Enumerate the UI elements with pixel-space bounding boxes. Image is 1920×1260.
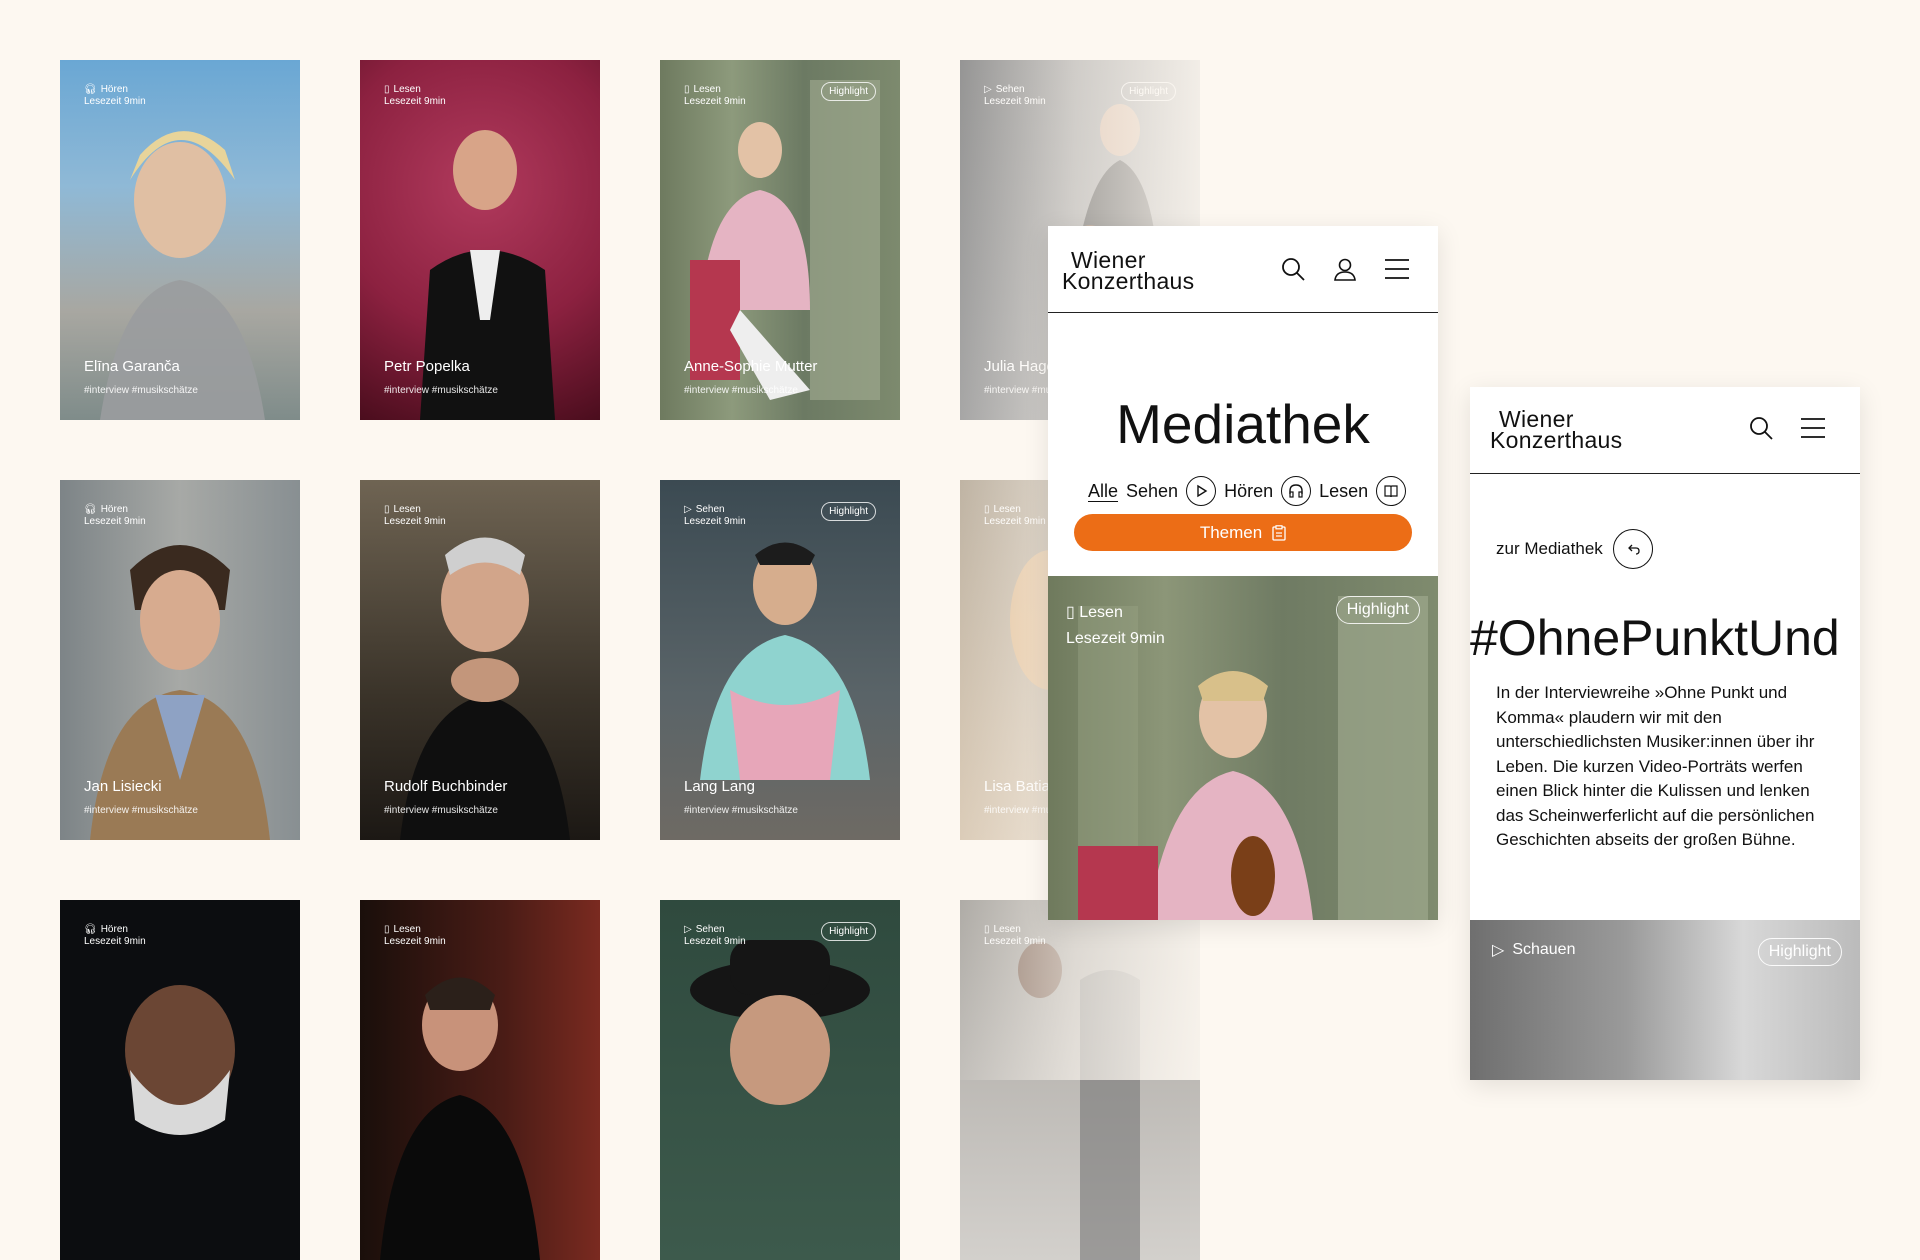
highlight-badge: Highlight xyxy=(1757,938,1842,966)
portrait-image xyxy=(380,977,540,1260)
site-header: Wiener Konzerthaus xyxy=(1048,226,1438,313)
media-card[interactable]: 🎧︎ Hören Lesezeit 9min xyxy=(60,900,300,1260)
media-card[interactable]: 🎧︎ Hören Lesezeit 9min Elīna Garanča #inte… xyxy=(60,60,300,420)
headphones-icon: 🎧︎ xyxy=(84,84,97,95)
portrait-image xyxy=(690,940,870,1105)
media-card[interactable]: ▷ Sehen Lesezeit 9min Highlight Lang Lang … xyxy=(660,480,900,840)
filter-all[interactable]: Alle xyxy=(1088,481,1118,502)
search-icon[interactable] xyxy=(1280,256,1306,282)
book-icon[interactable] xyxy=(1376,476,1407,506)
book-icon: ▯ xyxy=(384,924,390,935)
filter-hear[interactable]: Hören xyxy=(1224,481,1273,502)
book-icon: ▯ xyxy=(984,924,990,935)
media-card[interactable]: ▯ Lesen Lesezeit 9min Rudolf Buchbinder #i… xyxy=(360,480,600,840)
highlight-badge: Highlight xyxy=(821,502,876,521)
media-card[interactable]: ▯ Lesen Lesezeit 9min xyxy=(960,900,1200,1260)
card-name: Rudolf Buchbinder xyxy=(384,778,508,795)
book-icon: ▯ xyxy=(1066,604,1080,621)
site-logo[interactable]: Wiener Konzerthaus xyxy=(1490,408,1622,452)
card-name: Lang Lang xyxy=(684,778,755,795)
highlight-badge: Highlight xyxy=(821,922,876,941)
series-description: In der Interviewreihe »Ohne Punkt und Ko… xyxy=(1496,683,1815,849)
page-title: Mediathek xyxy=(1116,393,1370,455)
card-tags: #interview #musikschätze xyxy=(684,385,798,396)
mobile-mediathek-screen: Wiener Konzerthaus Mediathek Alle Sehen … xyxy=(1048,226,1438,920)
card-tags: #interview #musikschätze xyxy=(384,385,498,396)
menu-icon[interactable] xyxy=(1384,256,1410,282)
search-icon[interactable] xyxy=(1748,415,1774,441)
mobile-detail-screen: Wiener Konzerthaus zur Mediathek #OhnePu… xyxy=(1470,387,1860,1080)
play-icon: ▷ xyxy=(684,924,692,935)
video-media-card[interactable]: ▷ Schauen Highlight xyxy=(1470,920,1860,1080)
play-icon: ▷ xyxy=(1492,942,1505,959)
site-logo[interactable]: Wiener Konzerthaus xyxy=(1062,249,1194,293)
featured-media-card[interactable]: ▯ Lesen Lesezeit 9min Highlight xyxy=(1048,576,1438,920)
headphones-icon: 🎧︎ xyxy=(84,924,97,935)
media-card[interactable]: ▯ Lesen Lesezeit 9min Highlight Anne-Sophi… xyxy=(660,60,900,420)
highlight-badge: Highlight xyxy=(1121,82,1176,101)
card-tags: #interview #musikschätze xyxy=(84,805,198,816)
card-tags: #interview #musikschätze xyxy=(384,805,498,816)
media-card[interactable]: 🎧︎ Hören Lesezeit 9min Jan Lisiecki #inter… xyxy=(60,480,300,840)
book-icon: ▯ xyxy=(684,84,690,95)
clipboard-icon xyxy=(1272,524,1286,541)
card-name: Jan Lisiecki xyxy=(84,778,162,795)
headphones-icon: 🎧︎ xyxy=(84,504,97,515)
menu-icon[interactable] xyxy=(1800,415,1826,441)
card-tags: #interview #musikschätze xyxy=(84,385,198,396)
card-tags: #interview #musikschätze xyxy=(684,805,798,816)
back-arrow-icon xyxy=(1612,529,1653,569)
book-icon: ▯ xyxy=(384,84,390,95)
play-icon[interactable] xyxy=(1186,476,1217,506)
highlight-badge: Highlight xyxy=(821,82,876,101)
back-to-mediathek-link[interactable]: zur Mediathek xyxy=(1496,529,1653,569)
headphones-icon[interactable] xyxy=(1281,476,1312,506)
book-icon: ▯ xyxy=(984,504,990,515)
card-name: Elīna Garanča xyxy=(84,358,180,375)
play-icon: ▷ xyxy=(984,84,992,95)
media-card[interactable]: ▯ Lesen Lesezeit 9min Petr Popelka #interv… xyxy=(360,60,600,420)
card-name: Anne-Sophie Mutter xyxy=(684,358,818,375)
highlight-badge: Highlight xyxy=(1335,596,1420,624)
user-icon[interactable] xyxy=(1332,256,1358,282)
series-hashtag-title: #OhnePunktUnd xyxy=(1470,610,1840,666)
portrait-image xyxy=(125,985,235,1135)
media-filter-bar: Alle Sehen Hören Lesen xyxy=(1088,476,1407,506)
play-icon: ▷ xyxy=(684,504,692,515)
themen-button[interactable]: Themen xyxy=(1074,514,1412,551)
book-icon: ▯ xyxy=(384,504,390,515)
media-card[interactable]: ▷ Sehen Lesezeit 9min Highlight xyxy=(660,900,900,1260)
portrait-image xyxy=(1018,942,1140,1260)
filter-see[interactable]: Sehen xyxy=(1126,481,1178,502)
media-card[interactable]: ▯ Lesen Lesezeit 9min xyxy=(360,900,600,1260)
filter-read[interactable]: Lesen xyxy=(1319,481,1368,502)
card-name: Petr Popelka xyxy=(384,358,470,375)
site-header: Wiener Konzerthaus xyxy=(1470,387,1860,474)
